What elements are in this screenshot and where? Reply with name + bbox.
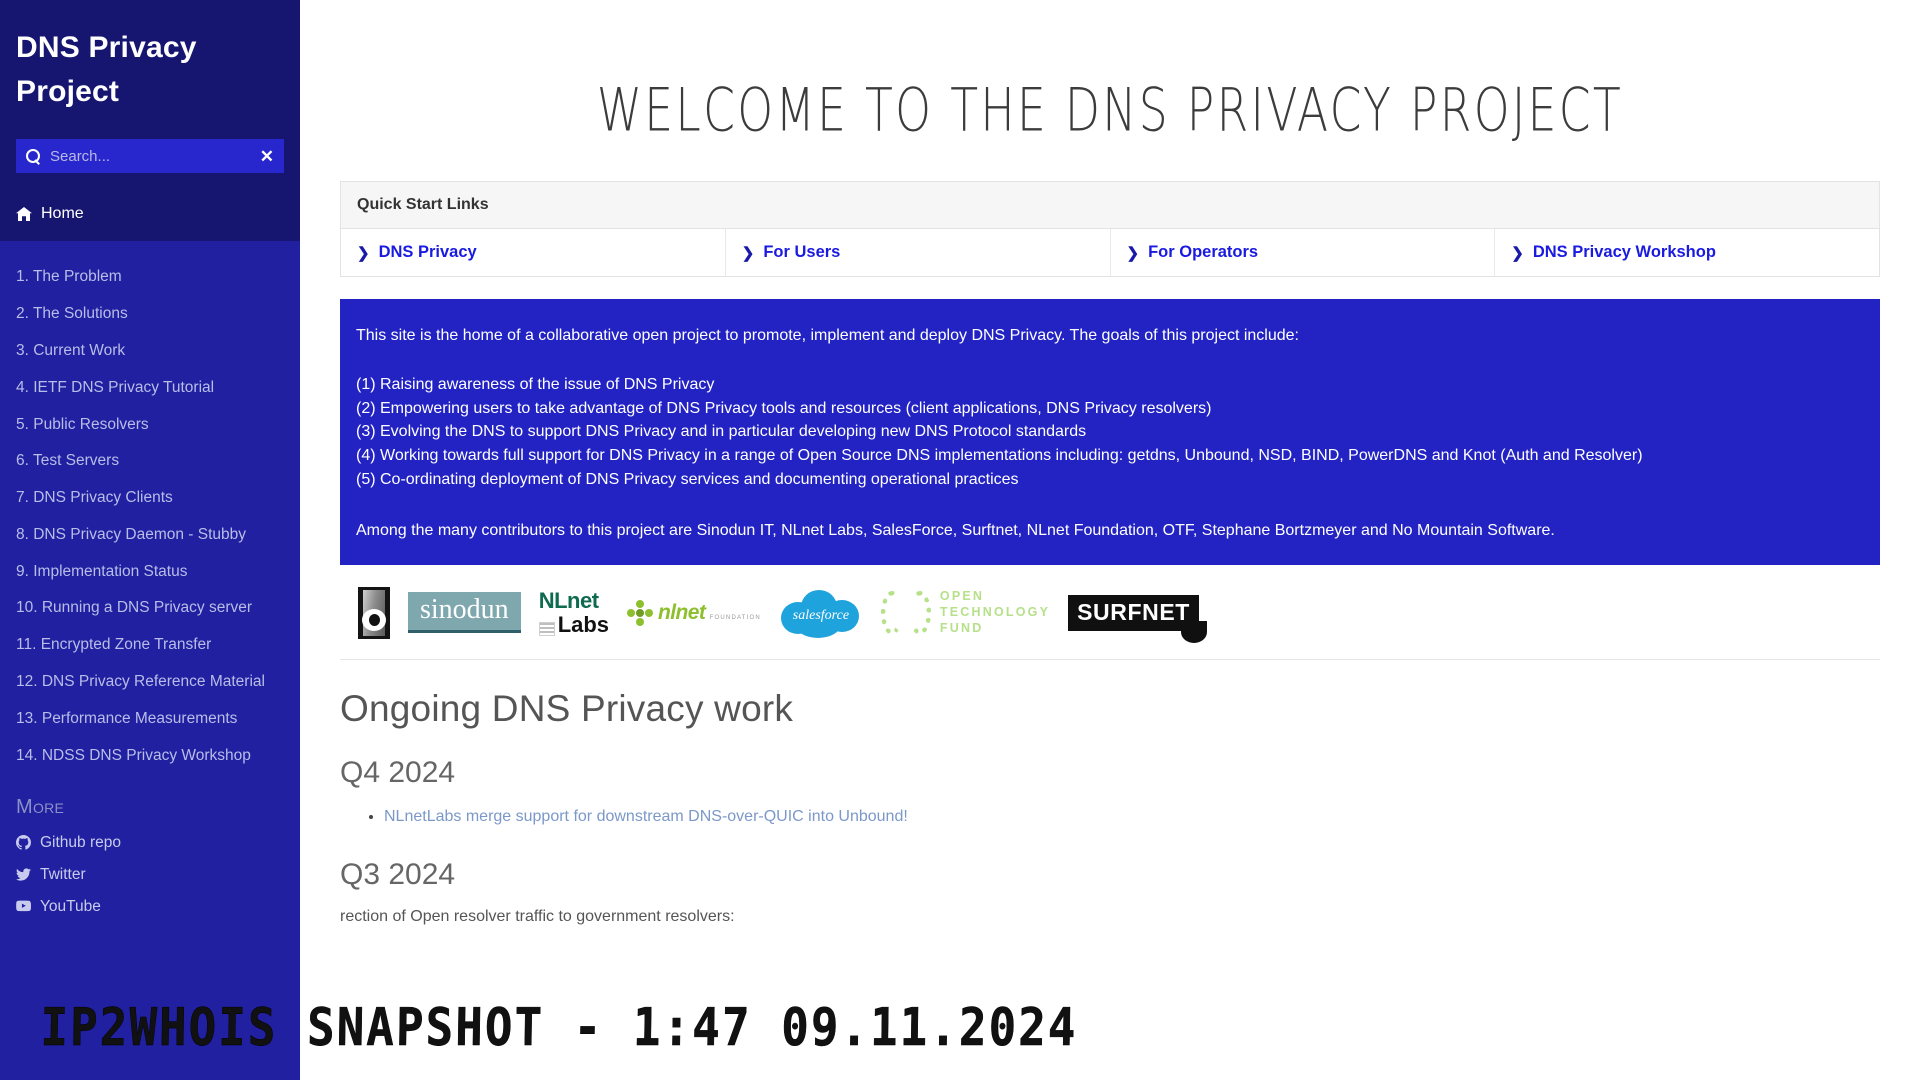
nlnet-foundation-logo[interactable]: nlnet FOUNDATION [627,589,761,637]
nlnet-labs-logo[interactable]: NLnet Labs [538,587,610,637]
sinodun-eye-icon [358,586,390,639]
nlnet-foundation-logo-sub: FOUNDATION [709,615,761,622]
salesforce-cloud-icon: salesforce [779,586,863,640]
otf-line-1: OPEN [939,589,985,604]
quarter-heading-q4-2024: Q4 2024 [340,755,456,789]
search-input[interactable] [50,147,252,165]
info-goal-5: (5) Co-ordinating deployment of DNS Priv… [356,470,1019,488]
sidebar-item-youtube-label: YouTube [40,897,101,915]
sidebar-nav: 1. The Problem 2. The Solutions 3. Curre… [0,241,300,774]
snapshot-watermark: IP2WHOIS SNAPSHOT - 1:47 09.11.2024 [40,997,1078,1059]
sidebar-item-6[interactable]: 6. Test Servers [0,443,300,480]
otf-line-3: FUND [939,620,984,635]
site-title: DNS Privacy Project [16,31,197,108]
chevron-right-icon: ❯ [741,244,755,262]
main-content: WELCOME TO THE DNS PRIVACY PROJECT Quick… [300,0,1920,1080]
sidebar-item-9[interactable]: 9. Implementation Status [0,553,300,590]
sidebar-item-github-label: Github repo [40,833,121,851]
otf-line-2: TECHNOLOGY [939,604,1051,619]
quarter-heading-q3-2024: Q3 2024 [340,857,456,891]
sidebar: DNS Privacy Project ✕ Home 1. The Proble… [0,0,300,1080]
search-container: ✕ [0,113,300,189]
quarter-q4-2024-list: NLnetLabs merge support for downstream D… [340,790,1880,826]
search-box[interactable]: ✕ [16,139,284,173]
info-goal-4: (4) Working towards full support for DNS… [356,446,1643,464]
salesforce-logo-text: salesforce [792,607,850,623]
search-clear-icon[interactable]: ✕ [252,148,274,165]
youtube-icon [16,899,31,914]
quick-link-for-operators-label[interactable]: For Operators [1148,243,1258,262]
sidebar-more-heading: More [16,795,65,818]
surfnet-logo-text-b: NET [1142,598,1190,625]
otf-brackets-icon [880,590,931,635]
quick-link-dns-privacy-label[interactable]: DNS Privacy [379,243,477,262]
sidebar-item-1[interactable]: 1. The Problem [0,259,300,296]
nlnet-labs-logo-bottom: Labs [557,611,610,637]
sidebar-item-11[interactable]: 11. Encrypted Zone Transfer [0,627,300,664]
quick-start-heading: Quick Start Links [341,182,1879,229]
info-goal-1: (1) Raising awareness of the issue of DN… [356,376,715,394]
quarter-q3-2024-text: rection of Open resolver traffic to gove… [340,907,735,925]
sinodun-wordmark[interactable]: sinodun [408,589,521,637]
list-item: NLnetLabs merge support for downstream D… [384,808,1880,826]
chevron-right-icon: ❯ [1126,244,1140,262]
page-root: DNS Privacy Project ✕ Home 1. The Proble… [0,0,1920,1080]
nlnet-labs-grid-icon [538,621,555,636]
nlnet-labs-logo-top: NLnet [538,587,599,613]
surfnet-logo[interactable]: SURFNET [1068,589,1207,643]
chevron-right-icon: ❯ [357,244,370,262]
sidebar-header: DNS Privacy Project [0,0,300,113]
quick-link-dns-privacy[interactable]: ❯ DNS Privacy [341,229,726,276]
home-icon [16,207,32,221]
quick-start-panel: Quick Start Links ❯ DNS Privacy ❯ For Us… [340,181,1880,277]
sidebar-item-13[interactable]: 13. Performance Measurements [0,700,300,737]
sinodun-logo[interactable] [358,586,390,639]
info-contributors-text: Among the many contributors to this proj… [356,521,1555,539]
sidebar-item-2[interactable]: 2. The Solutions [0,296,300,333]
quick-link-dns-privacy-workshop[interactable]: ❯ DNS Privacy Workshop [1495,229,1879,276]
sidebar-item-3[interactable]: 3. Current Work [0,333,300,370]
open-technology-fund-logo[interactable]: OPEN TECHNOLOGY FUND [880,589,1051,637]
sidebar-item-home-label: Home [41,205,84,222]
project-info-box: This site is the home of a collaborative… [340,299,1880,565]
quick-start-links-row: ❯ DNS Privacy ❯ For Users ❯ For Operator… [341,229,1879,276]
page-title: WELCOME TO THE DNS PRIVACY PROJECT [596,75,1624,146]
quick-link-dns-privacy-workshop-label[interactable]: DNS Privacy Workshop [1533,243,1716,262]
nlnet-dots-icon [627,599,654,626]
info-goal-3: (3) Evolving the DNS to support DNS Priv… [356,423,1087,441]
section-heading-ongoing-work: Ongoing DNS Privacy work [340,687,794,729]
github-icon [16,835,31,851]
sponsor-logos-row: sinodun NLnet Labs nlnet FOUNDATION sale… [340,565,1880,660]
info-goal-2: (2) Empowering users to take advantage o… [356,399,1212,417]
search-icon [26,148,41,164]
salesforce-logo[interactable]: salesforce [779,586,863,640]
info-lead-text: This site is the home of a collaborative… [356,327,1299,344]
quick-link-for-operators[interactable]: ❯ For Operators [1111,229,1496,276]
sidebar-item-youtube[interactable]: YouTube [0,891,300,923]
sidebar-item-github[interactable]: Github repo [0,827,300,859]
sidebar-social-links: Github repo Twitter YouTube [0,827,300,923]
sidebar-item-14[interactable]: 14. NDSS DNS Privacy Workshop [0,737,300,774]
sidebar-item-7[interactable]: 7. DNS Privacy Clients [0,480,300,517]
sidebar-item-4[interactable]: 4. IETF DNS Privacy Tutorial [0,369,300,406]
quick-link-for-users-label[interactable]: For Users [763,243,840,262]
nlnet-foundation-logo-text: nlnet [658,601,706,625]
sidebar-item-8[interactable]: 8. DNS Privacy Daemon - Stubby [0,516,300,553]
quick-link-for-users[interactable]: ❯ For Users [726,229,1111,276]
sidebar-item-5[interactable]: 5. Public Resolvers [0,406,300,443]
sidebar-item-twitter-label: Twitter [40,865,86,883]
surfnet-logo-text-a: SURF [1077,598,1143,625]
chevron-right-icon: ❯ [1511,244,1524,262]
sidebar-item-twitter[interactable]: Twitter [0,859,300,891]
sidebar-item-12[interactable]: 12. DNS Privacy Reference Material [0,664,300,701]
sidebar-item-home[interactable]: Home [0,189,300,241]
twitter-icon [16,867,31,882]
ongoing-work-link-1[interactable]: NLnetLabs merge support for downstream D… [384,808,908,825]
sidebar-item-10[interactable]: 10. Running a DNS Privacy server [0,590,300,627]
